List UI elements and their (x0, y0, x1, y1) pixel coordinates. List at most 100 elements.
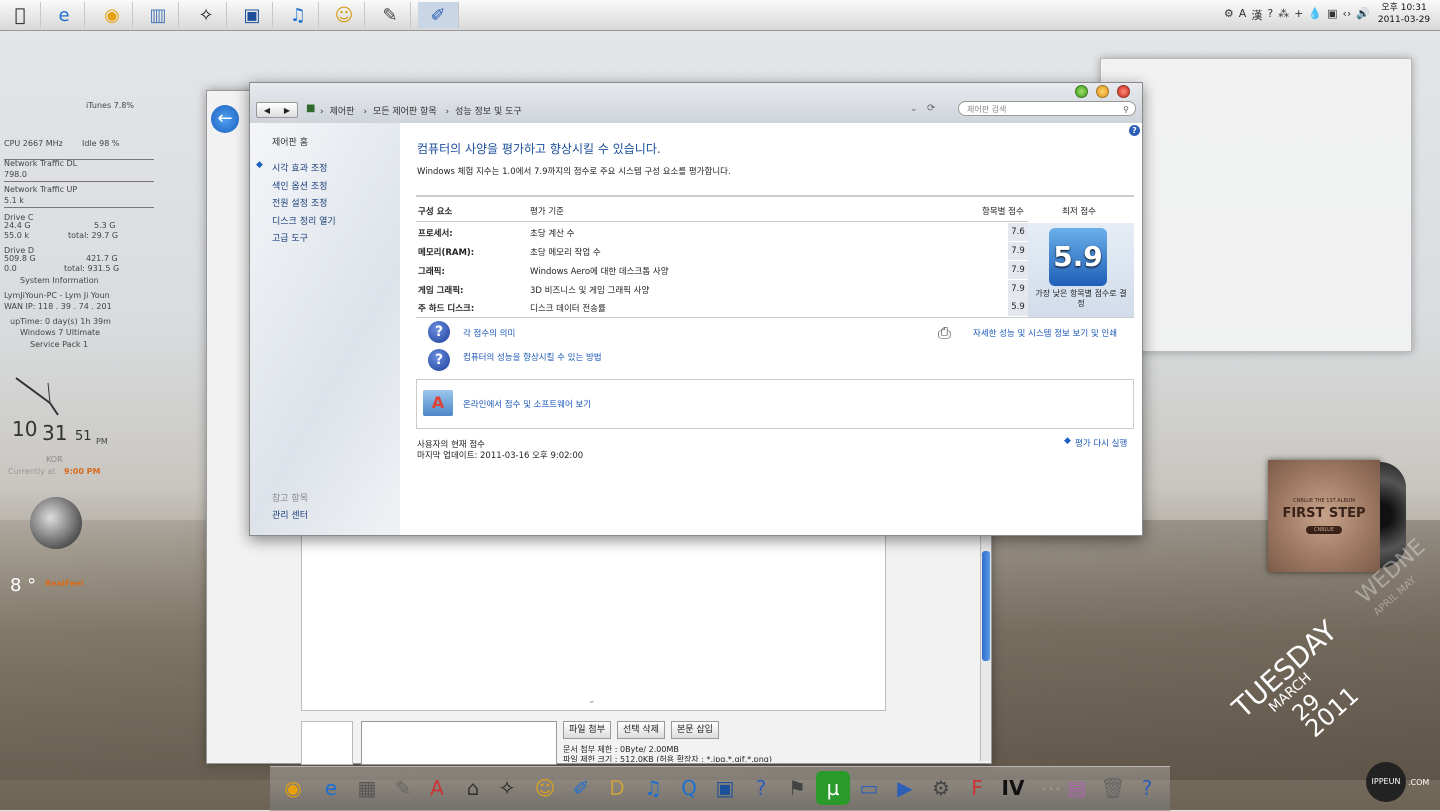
dock-home-icon[interactable]: ⌂ (456, 771, 490, 805)
tray-hanja-icon[interactable]: 漢 (1251, 7, 1262, 23)
search-icon[interactable]: ⚲ (1123, 102, 1129, 117)
dock-chrome-icon[interactable]: ◉ (276, 771, 310, 805)
sidebar-item-visual-effects[interactable]: 시각 효과 조정 (272, 161, 327, 174)
breadcrumb-item-control-panel[interactable]: 제어판 (330, 107, 355, 117)
tray-plus-icon[interactable]: + (1294, 7, 1303, 23)
shield-icon: ◆ (256, 160, 263, 170)
help-question-icon[interactable]: ? (428, 349, 450, 371)
browser-back-icon[interactable]: ← (211, 105, 239, 133)
page-subtitle: Windows 체험 지수는 1.0에서 7.9까지의 점수로 주요 시스템 구… (417, 167, 731, 177)
chrome-icon[interactable]: ◉ (92, 2, 133, 28)
notes-icon[interactable]: ✐ (418, 2, 459, 28)
minimize-button[interactable] (1096, 85, 1109, 98)
dock-racing-icon[interactable]: ⚑ (780, 771, 814, 805)
dock-editor-icon[interactable]: ✐ (564, 771, 598, 805)
dock-document-icon[interactable]: D (600, 771, 634, 805)
album-cover[interactable]: CNBLUE THE 1ST ALBUM FIRST STEP CNBLUE (1268, 460, 1380, 572)
gadget-drive-c-pct: 55.0 k (4, 231, 29, 240)
dock-notes-icon[interactable]: ✎ (386, 771, 420, 805)
performance-window[interactable]: ◀ ▶ ■ › 제어판 › 모든 제어판 항목 › 성능 정보 및 도구 ⌄ ⟳ 제어… (249, 82, 1143, 536)
zoom-button[interactable] (1075, 85, 1088, 98)
search-input[interactable]: 제어판 검색 ⚲ (958, 101, 1136, 116)
printer-icon[interactable]: ⎙ (938, 323, 951, 343)
dock-utorrent-icon[interactable]: µ (816, 771, 850, 805)
sidebar-home[interactable]: 제어판 홈 (272, 135, 308, 148)
photoshop-icon[interactable]: ✎ (370, 2, 411, 28)
tray-code-icon[interactable]: ‹› (1342, 7, 1351, 23)
gadget-clock-minute: 31 (42, 421, 68, 445)
tray-volume-icon[interactable]: 🔊 (1356, 7, 1370, 23)
editor-resize-icon[interactable]: ⌄ (588, 696, 596, 706)
dock-settings-icon[interactable]: ⚙ (924, 771, 958, 805)
close-button[interactable] (1117, 85, 1130, 98)
tray-drop-icon[interactable]: 💧 (1308, 7, 1322, 23)
dock-kmplayer-icon[interactable]: ▣ (708, 771, 742, 805)
album-brand: CNBLUE (1306, 526, 1342, 534)
internet-explorer-icon[interactable]: e (44, 2, 85, 28)
nav-back-icon[interactable]: ◀ (264, 106, 270, 115)
dock-question-icon[interactable]: ? (1130, 771, 1164, 805)
messenger-icon[interactable]: ☺ (324, 2, 365, 28)
sidebar-item-power[interactable]: 전원 설정 조정 (272, 196, 327, 209)
tray-gear-icon[interactable]: ⚙ (1224, 7, 1234, 23)
attach-file-button[interactable]: 파일 첨부 (563, 721, 611, 739)
link-online-scores[interactable]: 온라인에서 점수 및 소프트웨어 보기 (463, 398, 591, 410)
dock-itunes-icon[interactable]: ♫ (636, 771, 670, 805)
link-detail-info[interactable]: 자세한 성능 및 시스템 정보 보기 및 인쇄 (973, 327, 1117, 339)
background-window[interactable] (1100, 58, 1412, 352)
dock-game-icon[interactable]: F (960, 771, 994, 805)
tray-help-icon[interactable]: ? (1267, 7, 1273, 23)
table-bottom-divider (416, 317, 1134, 318)
tray-clock[interactable]: 오후 10:31 2011-03-29 (1374, 2, 1434, 26)
row-criteria: Windows Aero에 대한 데스크톱 사양 (530, 267, 669, 277)
dock-messenger-icon[interactable]: ☺ (528, 771, 562, 805)
row-score: 7.9 (1008, 261, 1028, 279)
dock-quicktime-icon[interactable]: Q (672, 771, 706, 805)
breadcrumb-item-performance[interactable]: 성능 정보 및 도구 (455, 107, 522, 117)
rerun-assessment-link[interactable]: 평가 다시 실행 (1075, 437, 1127, 449)
row-criteria: 초당 계산 수 (530, 229, 575, 239)
gadget-wan: WAN IP: 118 . 39 . 74 . 201 (4, 302, 112, 311)
net-dl-graph (4, 167, 154, 182)
sidebar-item-indexing[interactable]: 색인 옵션 조정 (272, 179, 327, 192)
gadget-realfeel: RealFeel (45, 579, 84, 588)
control-panel-icon: ■ (306, 103, 316, 114)
sidebar-item-advanced[interactable]: 고급 도구 (272, 231, 308, 244)
sidebar-action-center[interactable]: 관리 센터 (272, 508, 308, 521)
breadcrumb-item-all-items[interactable]: 모든 제어판 항목 (373, 107, 437, 117)
table-row: 프로세서: 초당 계산 수 7.6 (416, 223, 1028, 241)
delete-selected-button[interactable]: 선택 삭제 (616, 721, 665, 739)
help-icon[interactable]: ? (1129, 125, 1140, 136)
tray-network-icon[interactable]: ▣ (1327, 7, 1337, 23)
address-dropdown-icon[interactable]: ⌄ (910, 104, 918, 114)
dock-calculator-icon[interactable]: ▦ (350, 771, 384, 805)
dock-gta-icon[interactable]: IV (996, 771, 1030, 805)
library-icon[interactable]: ▥ (138, 2, 179, 28)
zbrush-icon[interactable]: ✧ (186, 2, 227, 28)
sidebar-item-disk-cleanup[interactable]: 디스크 정리 열기 (272, 214, 336, 227)
tray-ime-icon[interactable]: A (1239, 7, 1247, 23)
attachment-list[interactable] (361, 721, 557, 765)
scrollbar-thumb[interactable] (982, 551, 990, 661)
refresh-icon[interactable]: ⟳ (927, 103, 935, 114)
dock-ie-icon[interactable]: e (314, 771, 348, 805)
dock-trash-icon[interactable]: 🗑 (1096, 771, 1130, 805)
album-subtitle: CNBLUE THE 1ST ALBUM (1293, 498, 1355, 504)
browser-scrollbar[interactable] (980, 531, 991, 761)
dock-help-icon[interactable]: ? (744, 771, 778, 805)
dock-stack-icon[interactable]: ▤ (1060, 771, 1094, 805)
kmplayer-icon[interactable]: ▣ (232, 2, 273, 28)
rerun-shield-icon: ◆ (1064, 436, 1071, 446)
apple-icon[interactable]:  (0, 2, 41, 28)
insert-body-button[interactable]: 본문 삽입 (670, 721, 719, 739)
dock-tv-icon[interactable]: ▶ (888, 771, 922, 805)
dock-app-icon[interactable]: A (420, 771, 454, 805)
tray-app-icon[interactable]: ⁂ (1278, 7, 1289, 23)
itunes-icon[interactable]: ♫ (278, 2, 319, 28)
help-question-icon[interactable]: ? (428, 321, 450, 343)
dock-monitor-icon[interactable]: ▭ (852, 771, 886, 805)
link-improve-performance[interactable]: 컴퓨터의 성능을 향상시킬 수 있는 방법 (463, 351, 602, 363)
nav-forward-icon[interactable]: ▶ (284, 106, 290, 115)
link-score-meaning[interactable]: 각 점수의 의미 (463, 327, 515, 339)
dock-zbrush-icon[interactable]: ✧ (490, 771, 524, 805)
